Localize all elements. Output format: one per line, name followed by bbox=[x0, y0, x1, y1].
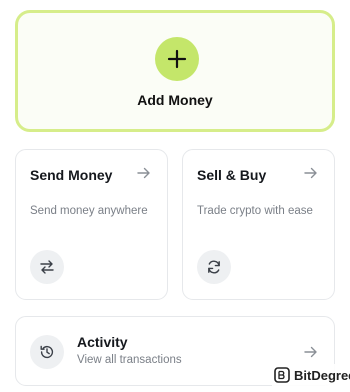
send-money-icon-badge bbox=[30, 250, 64, 284]
activity-subtitle: View all transactions bbox=[77, 354, 182, 366]
add-money-card[interactable]: Add Money bbox=[15, 10, 335, 132]
sell-buy-description: Trade crypto with ease bbox=[197, 205, 313, 217]
arrow-right-icon bbox=[304, 167, 317, 179]
sell-buy-icon-badge bbox=[197, 250, 231, 284]
arrow-right-icon bbox=[137, 167, 150, 179]
add-money-label: Add Money bbox=[137, 92, 213, 108]
refresh-icon bbox=[208, 260, 220, 274]
sell-buy-card[interactable]: Sell & Buy Trade crypto with ease bbox=[182, 149, 335, 300]
bitdegree-watermark: BitDegree bbox=[272, 364, 350, 386]
bitdegree-logo-icon bbox=[274, 367, 290, 383]
send-money-card[interactable]: Send Money Send money anywhere bbox=[15, 149, 168, 300]
send-money-description: Send money anywhere bbox=[30, 205, 148, 217]
activity-icon-badge bbox=[30, 335, 64, 369]
history-icon bbox=[40, 345, 54, 359]
send-money-title: Send Money bbox=[30, 167, 113, 183]
watermark-text: BitDegree bbox=[294, 367, 350, 383]
sell-buy-title: Sell & Buy bbox=[197, 167, 267, 183]
add-money-button[interactable] bbox=[155, 37, 199, 81]
swap-arrows-icon bbox=[40, 260, 54, 274]
wallet-actions-panel: Add Money Send Money Send money anywhere… bbox=[0, 0, 350, 392]
plus-icon bbox=[167, 49, 187, 69]
arrow-right-icon bbox=[304, 346, 317, 358]
activity-title: Activity bbox=[77, 334, 128, 350]
